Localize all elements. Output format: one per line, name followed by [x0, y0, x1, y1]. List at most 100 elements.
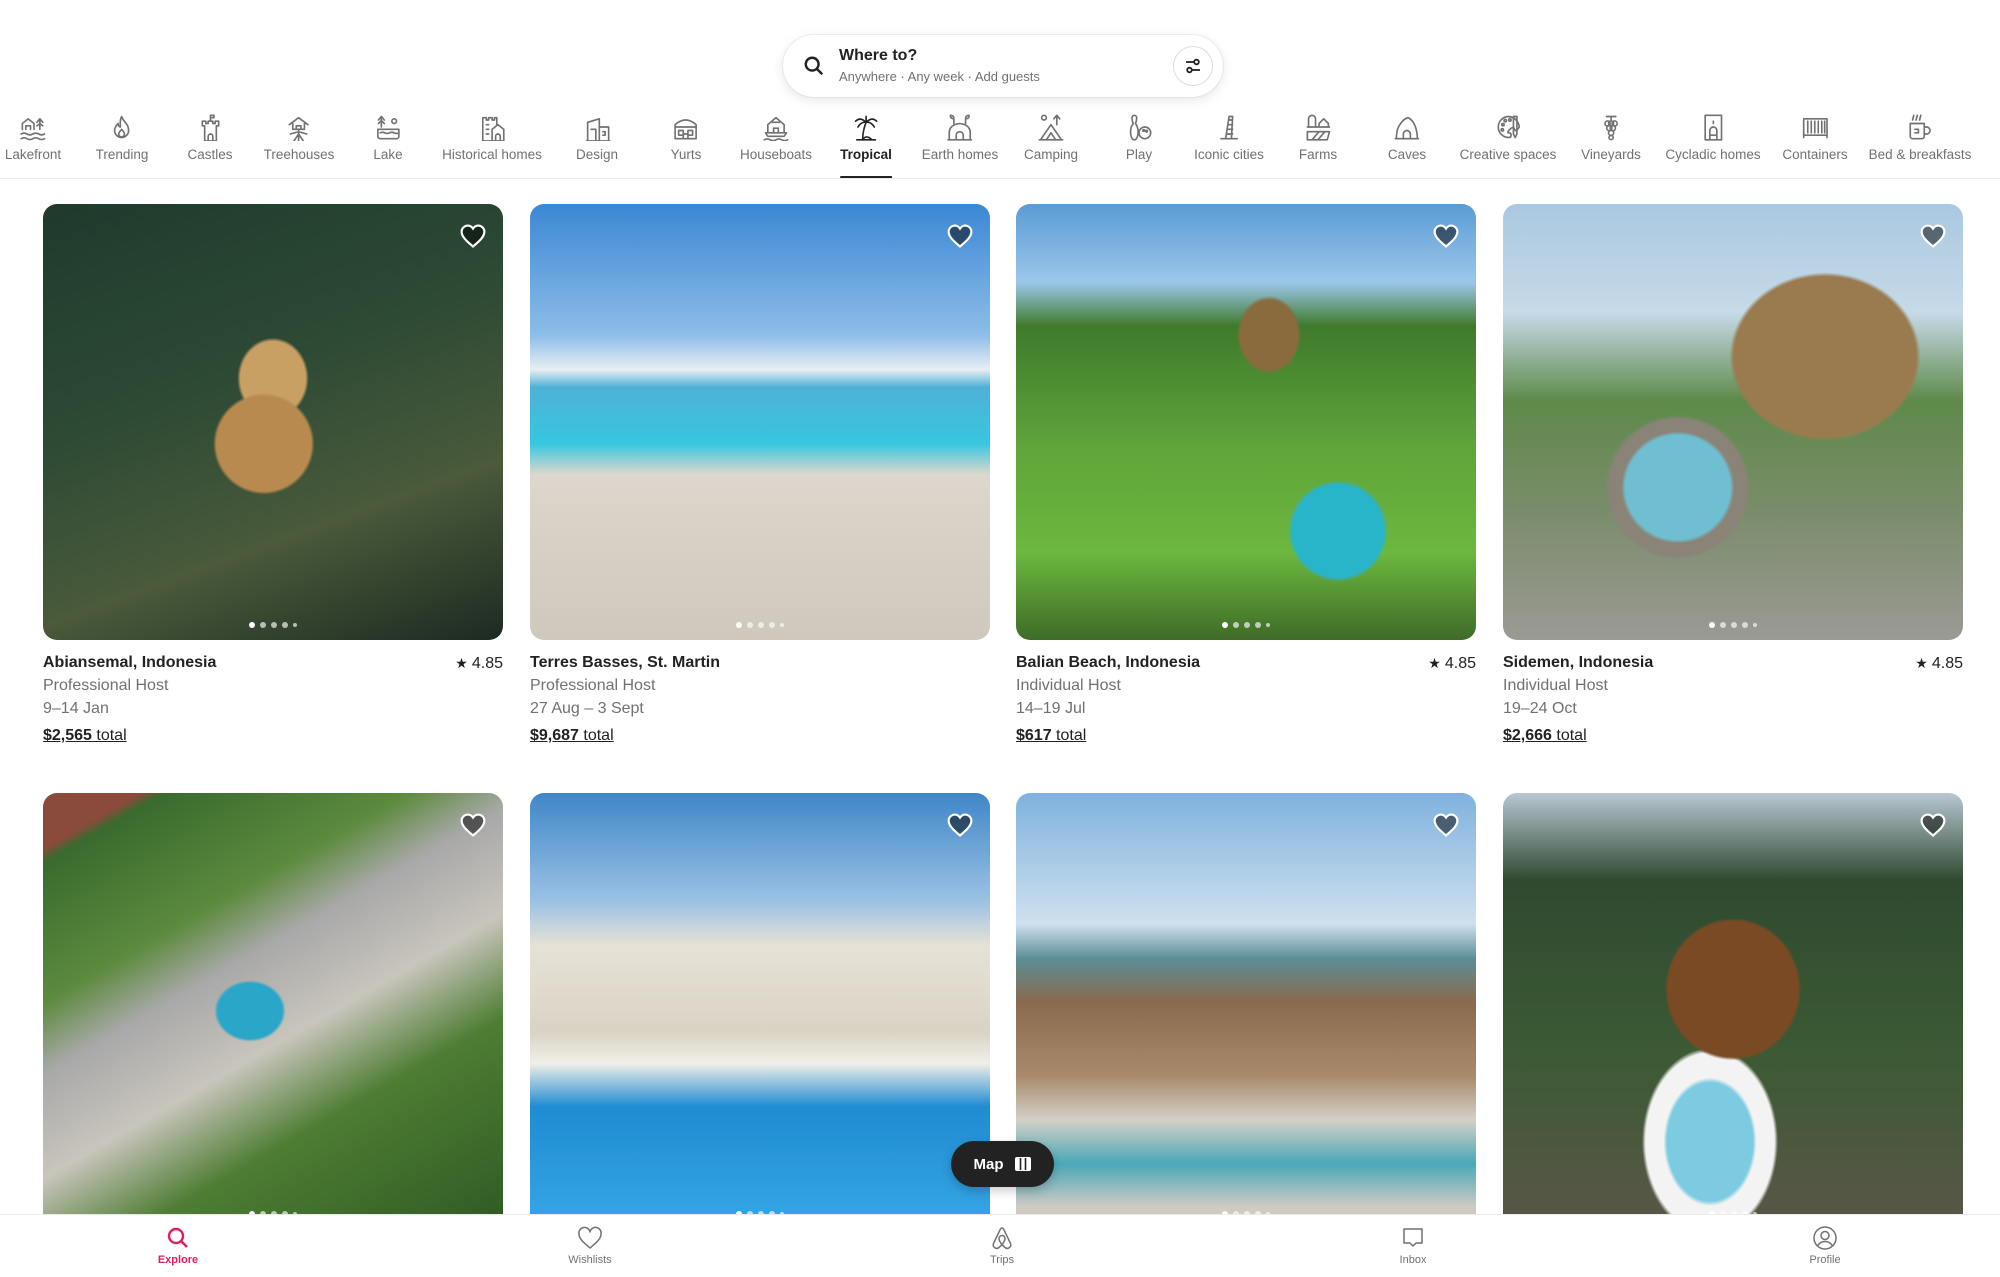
profile-icon: [1813, 1226, 1837, 1250]
category-label: Farms: [1298, 147, 1338, 162]
nav-trips[interactable]: Trips: [957, 1225, 1047, 1266]
nav-profile[interactable]: Profile: [1780, 1225, 1870, 1266]
search-icon: [804, 56, 824, 76]
category-tropical[interactable]: Tropical: [840, 108, 892, 179]
map-button[interactable]: Map: [951, 1141, 1054, 1187]
heart-icon[interactable]: [1432, 811, 1460, 839]
heart-icon[interactable]: [459, 811, 487, 839]
listing-price[interactable]: $2,666 total: [1503, 725, 1963, 747]
yurt-icon: [674, 119, 698, 140]
category-vineyards[interactable]: Vineyards: [1581, 108, 1641, 178]
search-bar[interactable]: Where to? Anywhere · Any week · Add gues…: [783, 35, 1223, 97]
heart-icon[interactable]: [1919, 811, 1947, 839]
category-creative-spaces[interactable]: Creative spaces: [1460, 108, 1556, 178]
photo-dot: [260, 622, 266, 628]
category-caves[interactable]: Caves: [1388, 108, 1426, 178]
category-iconic-cities[interactable]: Iconic cities: [1194, 108, 1264, 178]
bottom-navigation: Explore Wishlists Trips Inbox Profile: [0, 1214, 2000, 1277]
category-lake[interactable]: Lake: [373, 108, 403, 178]
leaning-tower-icon: [1220, 115, 1238, 140]
photo-dot: [1753, 623, 1757, 627]
listing-card[interactable]: [1503, 793, 1963, 1229]
category-cycladic-homes[interactable]: Cycladic homes: [1665, 108, 1761, 178]
listing-photo[interactable]: [1016, 793, 1476, 1229]
listing-card[interactable]: [43, 793, 503, 1229]
price-suffix: total: [1051, 727, 1087, 744]
listing-card[interactable]: [1016, 793, 1476, 1229]
listing-photo[interactable]: [530, 793, 990, 1229]
heart-icon[interactable]: [1919, 222, 1947, 250]
listing-card[interactable]: Sidemen, Indonesia ★ 4.85 Individual Host…: [1503, 204, 1963, 747]
category-label: Vineyards: [1581, 147, 1641, 162]
listing-card[interactable]: Abiansemal, Indonesia ★ 4.85 Professional…: [43, 204, 503, 747]
listing-card[interactable]: Terres Basses, St. Martin Professional H…: [530, 204, 990, 747]
category-label: Cycladic homes: [1665, 147, 1761, 162]
category-design[interactable]: Design: [576, 108, 618, 178]
nav-label: Wishlists: [568, 1254, 612, 1266]
listing-location: Abiansemal, Indonesia: [43, 654, 217, 671]
category-trending[interactable]: Trending: [96, 108, 148, 178]
photo-dot: [747, 622, 753, 628]
category-earth-homes[interactable]: Earth homes: [921, 108, 999, 178]
heart-icon[interactable]: [1432, 222, 1460, 250]
category-camping[interactable]: Camping: [1024, 108, 1078, 178]
listing-rating: ★ 4.85: [1915, 652, 1963, 675]
listing-price[interactable]: $617 total: [1016, 725, 1476, 747]
historical-home-icon: [481, 116, 505, 141]
photo-dot: [1222, 622, 1228, 628]
category-label: Bed & breakfasts: [1868, 147, 1972, 162]
heart-icon[interactable]: [946, 811, 974, 839]
search-icon: [167, 1227, 188, 1248]
nav-wishlists[interactable]: Wishlists: [545, 1225, 635, 1266]
category-historical-homes[interactable]: Historical homes: [442, 108, 542, 178]
category-castles[interactable]: Castles: [187, 108, 233, 178]
map-button-label: Map: [973, 1155, 1004, 1173]
category-label: Design: [575, 147, 619, 162]
listing-photo[interactable]: [1503, 793, 1963, 1229]
category-bed-breakfasts[interactable]: Bed & breakfasts: [1868, 108, 1972, 178]
photo-dot: [271, 622, 277, 628]
category-lakefront[interactable]: Lakefront: [5, 108, 61, 178]
listing-price[interactable]: $2,565 total: [43, 725, 503, 747]
barn-icon: [1306, 114, 1331, 141]
cycladic-home-icon: [1704, 114, 1722, 141]
listing-card[interactable]: Balian Beach, Indonesia ★ 4.85 Individual…: [1016, 204, 1476, 747]
listing-rating: ★ 4.85: [1428, 652, 1476, 675]
listing-info: Abiansemal, Indonesia ★ 4.85 Professional…: [43, 640, 503, 747]
category-play[interactable]: Play: [1125, 108, 1153, 178]
category-label: Tropical: [840, 147, 892, 162]
category-label: Earth homes: [921, 147, 999, 162]
category-label: Lakefront: [4, 147, 62, 162]
listing-photo[interactable]: [1016, 204, 1476, 640]
heart-icon[interactable]: [946, 222, 974, 250]
heart-icon[interactable]: [459, 222, 487, 250]
photo-pager: [1222, 622, 1270, 628]
listing-host: Professional Host: [43, 677, 169, 694]
category-label: Treehouses: [263, 147, 335, 162]
cave-icon: [1394, 116, 1420, 140]
listing-price[interactable]: $9,687 total: [530, 725, 990, 747]
listing-photo[interactable]: [530, 204, 990, 640]
category-containers[interactable]: Containers: [1782, 108, 1848, 178]
listing-photo[interactable]: [43, 793, 503, 1229]
nav-explore[interactable]: Explore: [133, 1225, 223, 1266]
category-label: Castles: [187, 147, 233, 162]
category-label: Caves: [1387, 147, 1427, 162]
listing-card[interactable]: [530, 793, 990, 1229]
filters-button[interactable]: [1173, 46, 1213, 86]
category-houseboats[interactable]: Houseboats: [740, 108, 812, 178]
category-farms[interactable]: Farms: [1299, 108, 1337, 178]
listing-info: Balian Beach, Indonesia ★ 4.85 Individual…: [1016, 640, 1476, 747]
category-yurts[interactable]: Yurts: [671, 108, 701, 178]
category-label: Iconic cities: [1194, 147, 1264, 162]
nav-inbox[interactable]: Inbox: [1368, 1225, 1458, 1266]
listing-location: Balian Beach, Indonesia: [1016, 654, 1201, 671]
listing-dates: 9–14 Jan: [43, 700, 109, 717]
listing-photo[interactable]: [1503, 204, 1963, 640]
listing-photo[interactable]: [43, 204, 503, 640]
photo-dot: [1709, 622, 1715, 628]
photo-dot: [1742, 622, 1748, 628]
photo-dot: [736, 622, 742, 628]
category-treehouses[interactable]: Treehouses: [263, 108, 335, 178]
search-title: Where to?: [839, 47, 918, 64]
